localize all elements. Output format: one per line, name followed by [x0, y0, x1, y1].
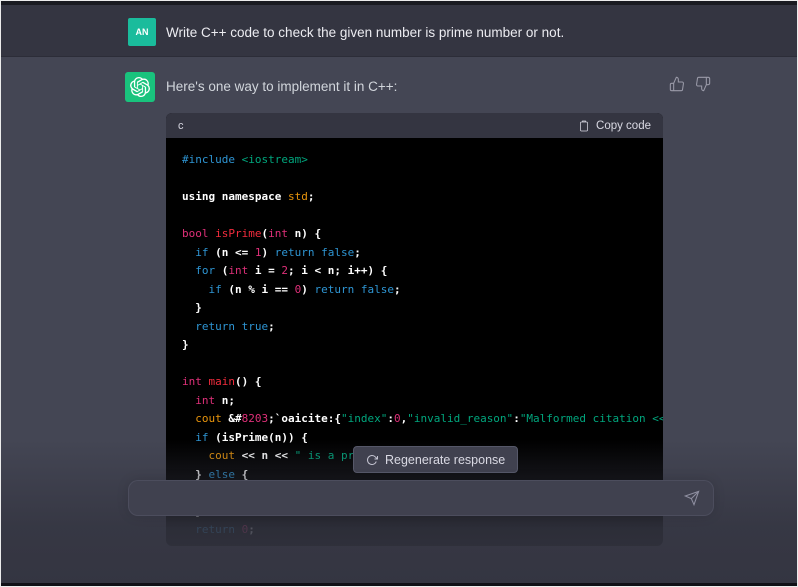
user-message-row: AN Write C++ code to check the given num…	[1, 5, 797, 57]
regenerate-response-label: Regenerate response	[385, 453, 505, 467]
thumbs-up-icon[interactable]	[669, 76, 685, 92]
code-line: using namespace std;	[182, 188, 647, 207]
chatgpt-window: AN Write C++ code to check the given num…	[0, 0, 798, 587]
code-language-label: c	[178, 120, 184, 132]
assistant-intro-text: Here's one way to implement it in C++:	[166, 79, 397, 94]
code-line: }	[182, 336, 647, 355]
code-line: if (n % i == 0) return false;	[182, 281, 647, 300]
code-line: cout &#8203;`oaicite:{"index":0,"invalid…	[182, 410, 647, 429]
user-avatar: AN	[128, 18, 156, 46]
code-line: for (int i = 2; i < n; i++) {	[182, 262, 647, 281]
clipboard-icon	[578, 120, 590, 132]
user-message-text: Write C++ code to check the given number…	[166, 24, 726, 42]
code-block-header: c Copy code	[166, 113, 663, 138]
code-line: return true;	[182, 318, 647, 337]
code-line: #include <iostream>	[182, 151, 647, 170]
code-line: int n;	[182, 392, 647, 411]
code-line	[182, 170, 647, 189]
code-line: bool isPrime(int n) {	[182, 225, 647, 244]
chat-input[interactable]	[129, 481, 677, 515]
paper-plane-icon	[684, 490, 700, 506]
copy-code-label: Copy code	[596, 120, 651, 132]
code-line	[182, 207, 647, 226]
code-line: int main() {	[182, 373, 647, 392]
refresh-icon	[366, 454, 378, 466]
code-line: }	[182, 299, 647, 318]
thumbs-down-icon[interactable]	[695, 76, 711, 92]
copy-code-button[interactable]: Copy code	[578, 120, 651, 132]
feedback-buttons	[669, 76, 711, 92]
message-composer	[128, 480, 714, 516]
chatgpt-logo-icon	[125, 72, 155, 102]
send-button[interactable]	[677, 483, 707, 513]
code-line	[182, 355, 647, 374]
code-line: if (n <= 1) return false;	[182, 244, 647, 263]
regenerate-response-button[interactable]: Regenerate response	[353, 446, 518, 473]
window-bottom-edge	[1, 583, 797, 586]
window-top-edge	[1, 1, 797, 5]
